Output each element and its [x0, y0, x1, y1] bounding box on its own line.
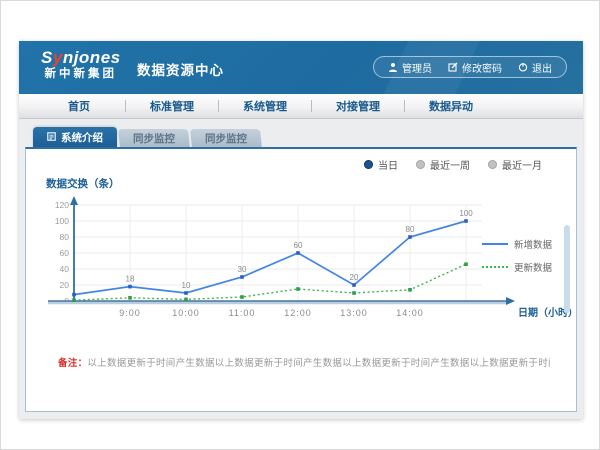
main-nav: 首页 标准管理 系统管理 对接管理 数据异动 — [19, 94, 583, 119]
radio-label: 当日 — [378, 157, 398, 172]
nav-item-standard-mgmt[interactable]: 标准管理 — [126, 98, 218, 114]
solid-line-swatch — [482, 243, 508, 245]
logo-accent: y — [53, 48, 63, 67]
chart-legend: 新增数据 更新数据 — [482, 237, 552, 274]
footnote-text: 以上数据更新于时间产生数据以上数据更新于时间产生数据以上数据更新于时间产生数据以… — [87, 358, 550, 369]
svg-text:20: 20 — [60, 280, 70, 290]
svg-text:120: 120 — [55, 200, 69, 210]
document-icon — [47, 132, 56, 144]
admin-user-button[interactable]: 管理员 — [388, 60, 432, 75]
radio-label: 最近一月 — [502, 157, 542, 172]
dotted-line-swatch — [482, 266, 508, 268]
svg-text:13:00: 13:00 — [340, 308, 368, 318]
svg-text:12:00: 12:00 — [284, 308, 312, 318]
radio-unselected-icon — [416, 160, 425, 169]
svg-text:14:00: 14:00 — [396, 308, 424, 318]
svg-text:60: 60 — [60, 248, 70, 258]
tab-label: 系统介绍 — [61, 130, 103, 145]
change-password-label: 修改密码 — [462, 60, 502, 75]
svg-text:60: 60 — [294, 241, 303, 250]
tab-label: 同步监控 — [205, 131, 247, 146]
panel-scrollbar-thumb[interactable] — [564, 225, 570, 313]
page-title: 数据资源中心 — [137, 59, 224, 79]
radio-label: 最近一周 — [430, 157, 470, 172]
svg-text:30: 30 — [238, 265, 247, 274]
svg-text:20: 20 — [350, 273, 359, 282]
footnote: 备注：以上数据更新于时间产生数据以上数据更新于时间产生数据以上数据更新于时间产生… — [58, 355, 550, 369]
svg-text:80: 80 — [60, 232, 70, 242]
legend-label: 新增数据 — [514, 237, 552, 251]
chart-y-axis-title: 数据交换（条） — [46, 176, 120, 191]
tab-bar: 系统介绍 同步监控 同步监控 — [33, 127, 261, 148]
nav-item-system-mgmt[interactable]: 系统管理 — [219, 98, 311, 114]
legend-label: 更新数据 — [514, 260, 552, 274]
radio-selected-icon — [364, 160, 373, 169]
app-header: Synjones 新中新集团 数据资源中心 管理员 修改密码 退出 — [19, 41, 583, 94]
svg-text:100: 100 — [55, 216, 69, 226]
user-icon — [388, 62, 398, 72]
nav-item-interface-mgmt[interactable]: 对接管理 — [312, 98, 404, 114]
svg-text:18: 18 — [126, 275, 135, 284]
radio-last-week[interactable]: 最近一周 — [416, 157, 470, 172]
brand-logo-text: Synjones — [41, 48, 121, 67]
tab-sync-monitor-1[interactable]: 同步监控 — [118, 129, 190, 148]
footnote-prefix: 备注： — [58, 358, 87, 369]
time-range-filter: 当日 最近一周 最近一月 — [364, 157, 542, 172]
svg-text:10: 10 — [182, 281, 191, 290]
radio-unselected-icon — [488, 160, 497, 169]
svg-text:10:00: 10:00 — [172, 308, 200, 318]
tab-label: 同步监控 — [133, 131, 175, 146]
nav-item-home[interactable]: 首页 — [33, 98, 125, 114]
brand-logo-subtext: 新中新集团 — [41, 67, 121, 81]
power-icon — [518, 62, 528, 72]
user-toolbar: 管理员 修改密码 退出 — [373, 56, 567, 78]
tab-system-intro[interactable]: 系统介绍 — [33, 127, 117, 148]
edit-icon — [448, 62, 458, 72]
content-panel: 当日 最近一周 最近一月 数据交换（条） 0204060801001201810… — [25, 147, 577, 412]
logout-button[interactable]: 退出 — [518, 60, 552, 75]
brand-logo: Synjones 新中新集团 — [41, 48, 121, 81]
svg-text:80: 80 — [406, 225, 415, 234]
change-password-button[interactable]: 修改密码 — [448, 60, 502, 75]
svg-text:11:00: 11:00 — [229, 308, 256, 318]
screenshot-canvas: Synjones 新中新集团 数据资源中心 管理员 修改密码 退出 — [0, 0, 600, 450]
logout-label: 退出 — [532, 60, 552, 75]
svg-text:9:00: 9:00 — [119, 308, 141, 318]
legend-item-updated-data: 更新数据 — [482, 260, 552, 274]
admin-user-label: 管理员 — [402, 60, 432, 75]
svg-text:100: 100 — [459, 209, 473, 218]
radio-last-month[interactable]: 最近一月 — [488, 157, 542, 172]
app-window: Synjones 新中新集团 数据资源中心 管理员 修改密码 退出 — [19, 41, 583, 419]
tab-sync-monitor-2[interactable]: 同步监控 — [190, 129, 262, 148]
radio-today[interactable]: 当日 — [364, 157, 398, 172]
nav-item-data-change[interactable]: 数据异动 — [405, 98, 497, 114]
legend-item-new-data: 新增数据 — [482, 237, 552, 251]
svg-text:40: 40 — [60, 264, 70, 274]
